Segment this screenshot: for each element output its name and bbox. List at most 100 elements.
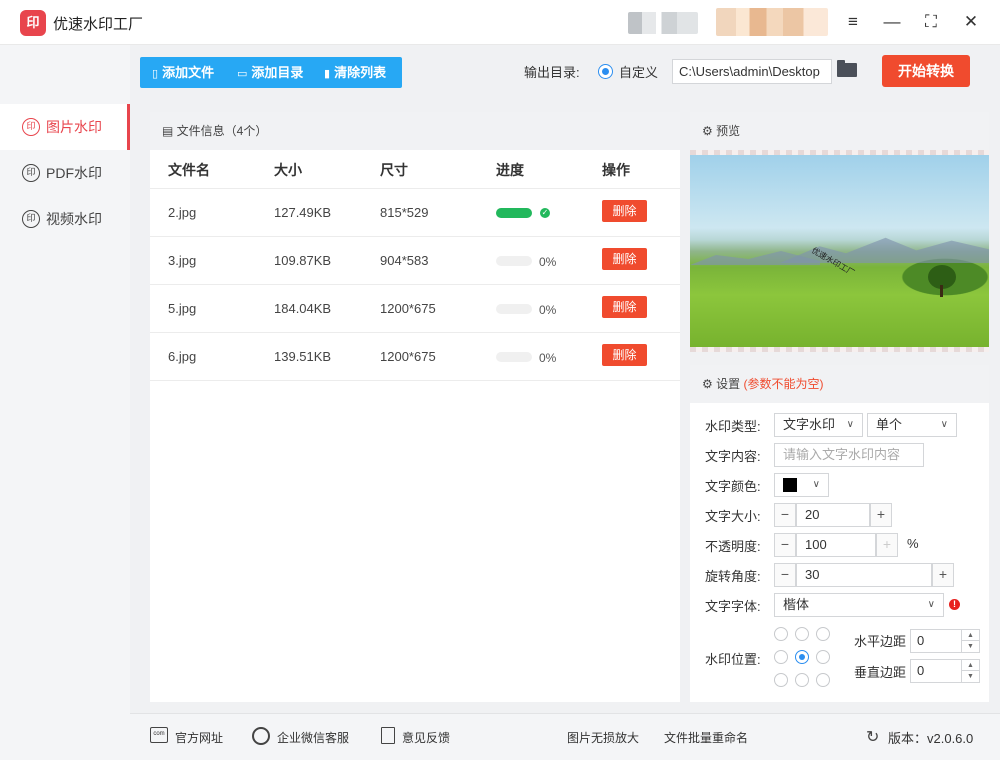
position-top-right[interactable] — [816, 627, 830, 641]
website-link[interactable]: 官方网址 — [175, 729, 223, 746]
position-bottom-left[interactable] — [774, 673, 788, 687]
position-center[interactable] — [795, 650, 809, 664]
position-middle-left[interactable] — [774, 650, 788, 664]
position-label: 水印位置: — [705, 652, 761, 667]
v-margin-value: 0 — [917, 663, 925, 678]
file-dimensions: 904*583 — [380, 253, 429, 268]
text-size-label: 文字大小: — [705, 509, 761, 524]
close-icon[interactable]: ✕ — [960, 11, 982, 33]
sidebar-item-label: 视频水印 — [46, 211, 102, 227]
sidebar-item-image-watermark[interactable]: 印图片水印 — [0, 104, 130, 150]
file-size: 184.04KB — [274, 301, 332, 316]
column-header-action: 操作 — [602, 162, 630, 178]
website-icon: com — [150, 727, 168, 743]
add-file-button[interactable]: ▯ 添加文件 — [152, 57, 214, 88]
progress-bar — [496, 352, 532, 362]
file-dimensions: 1200*675 — [380, 301, 436, 316]
add-folder-label: 添加目录 — [251, 65, 304, 80]
text-color-picker[interactable]: ∨ — [774, 473, 829, 497]
file-size: 109.87KB — [274, 253, 332, 268]
app-logo: 印 — [20, 10, 46, 36]
position-top-center[interactable] — [795, 627, 809, 641]
clear-list-button[interactable]: ▮ 清除列表 — [324, 57, 386, 88]
progress-bar — [496, 208, 532, 218]
rotation-increment[interactable]: + — [932, 563, 954, 587]
menu-icon[interactable]: ≡ — [842, 11, 864, 33]
opacity-label: 不透明度: — [705, 539, 761, 554]
delete-button[interactable]: 删除 — [602, 248, 647, 270]
opacity-decrement[interactable]: − — [774, 533, 796, 557]
text-content-input[interactable]: 请输入文字水印内容 — [774, 443, 924, 467]
h-margin-input[interactable]: 0 ▲ ▼ — [910, 629, 980, 653]
preview-header: ⚙ 预览 — [690, 112, 989, 150]
spin-up-icon[interactable]: ▲ — [961, 660, 979, 671]
file-info-header: ▤ 文件信息（4个） — [150, 112, 680, 150]
custom-output-radio[interactable] — [598, 64, 613, 79]
preview-image — [690, 153, 989, 350]
opacity-input[interactable]: 100 — [796, 533, 876, 557]
start-convert-button[interactable]: 开始转换 — [882, 55, 970, 87]
tree-trunk — [940, 285, 943, 297]
output-path-input[interactable]: C:\Users\admin\Desktop — [672, 59, 832, 84]
text-size-input[interactable]: 20 — [796, 503, 870, 527]
font-value: 楷体 — [783, 597, 810, 612]
column-header-size: 大小 — [274, 162, 302, 178]
text-size-decrement[interactable]: − — [774, 503, 796, 527]
image-enlarge-link[interactable]: 图片无损放大 — [567, 729, 639, 746]
sidebar-item-label: PDF水印 — [46, 165, 102, 181]
document-icon: ▤ — [162, 124, 177, 138]
custom-output-label: 自定义 — [619, 65, 659, 80]
file-name: 3.jpg — [168, 253, 197, 268]
minimize-icon[interactable]: — — [881, 11, 903, 33]
file-dimensions: 815*529 — [380, 205, 429, 220]
add-folder-button[interactable]: ▭ 添加目录 — [237, 57, 303, 88]
chevron-down-icon: ∨ — [927, 599, 935, 610]
opacity-increment[interactable]: + — [876, 533, 898, 557]
watermark-mode-select[interactable]: 单个 ∨ — [867, 413, 957, 437]
font-select[interactable]: 楷体 ∨ — [774, 593, 944, 617]
sidebar-item-video-watermark[interactable]: 印视频水印 — [0, 196, 130, 242]
refresh-icon[interactable]: ↻ — [866, 727, 879, 747]
watermark-type-select[interactable]: 文字水印 ∨ — [774, 413, 863, 437]
font-label: 文字字体: — [705, 599, 761, 614]
v-margin-input[interactable]: 0 ▲ ▼ — [910, 659, 980, 683]
file-name: 6.jpg — [168, 349, 197, 364]
rotation-decrement[interactable]: − — [774, 563, 796, 587]
seal-icon: 印 — [22, 209, 40, 228]
folder-icon: ▭ — [237, 68, 248, 80]
output-dir-label: 输出目录: — [524, 65, 580, 80]
seal-icon: 印 — [22, 163, 40, 182]
watermark-mode-value: 单个 — [876, 417, 903, 432]
user-info-blurred[interactable] — [628, 12, 698, 34]
delete-button[interactable]: 删除 — [602, 296, 647, 318]
column-header-dimensions: 尺寸 — [380, 162, 408, 178]
batch-rename-link[interactable]: 文件批量重命名 — [664, 729, 748, 746]
folder-icon[interactable] — [837, 60, 857, 77]
preview-title: 预览 — [716, 124, 741, 138]
position-top-left[interactable] — [774, 627, 788, 641]
column-header-name: 文件名 — [168, 162, 210, 178]
sidebar-item-pdf-watermark[interactable]: 印 PDF水印 — [0, 150, 130, 196]
position-bottom-center[interactable] — [795, 673, 809, 687]
maximize-icon[interactable]: ⛶ — [920, 11, 942, 33]
settings-title: 设置 — [716, 377, 741, 391]
delete-button[interactable]: 删除 — [602, 200, 647, 222]
preview-bottom-strip — [690, 347, 989, 352]
spin-down-icon[interactable]: ▼ — [961, 641, 979, 652]
delete-button[interactable]: 删除 — [602, 344, 647, 366]
text-size-increment[interactable]: + — [870, 503, 892, 527]
position-bottom-right[interactable] — [816, 673, 830, 687]
position-middle-right[interactable] — [816, 650, 830, 664]
wechat-service-link[interactable]: 企业微信客服 — [277, 729, 349, 746]
spin-up-icon[interactable]: ▲ — [961, 630, 979, 641]
progress-fill — [496, 208, 532, 218]
app-title: 优速水印工厂 — [53, 16, 144, 33]
add-file-label: 添加文件 — [162, 65, 215, 80]
spin-down-icon[interactable]: ▼ — [961, 671, 979, 682]
gear-icon: ⚙ — [702, 124, 717, 138]
rotation-input[interactable]: 30 — [796, 563, 932, 587]
progress-percent: 0% — [539, 351, 557, 365]
feedback-link[interactable]: 意见反馈 — [402, 729, 450, 746]
account-info-blurred[interactable] — [716, 8, 828, 36]
preview-top-strip — [690, 150, 989, 155]
